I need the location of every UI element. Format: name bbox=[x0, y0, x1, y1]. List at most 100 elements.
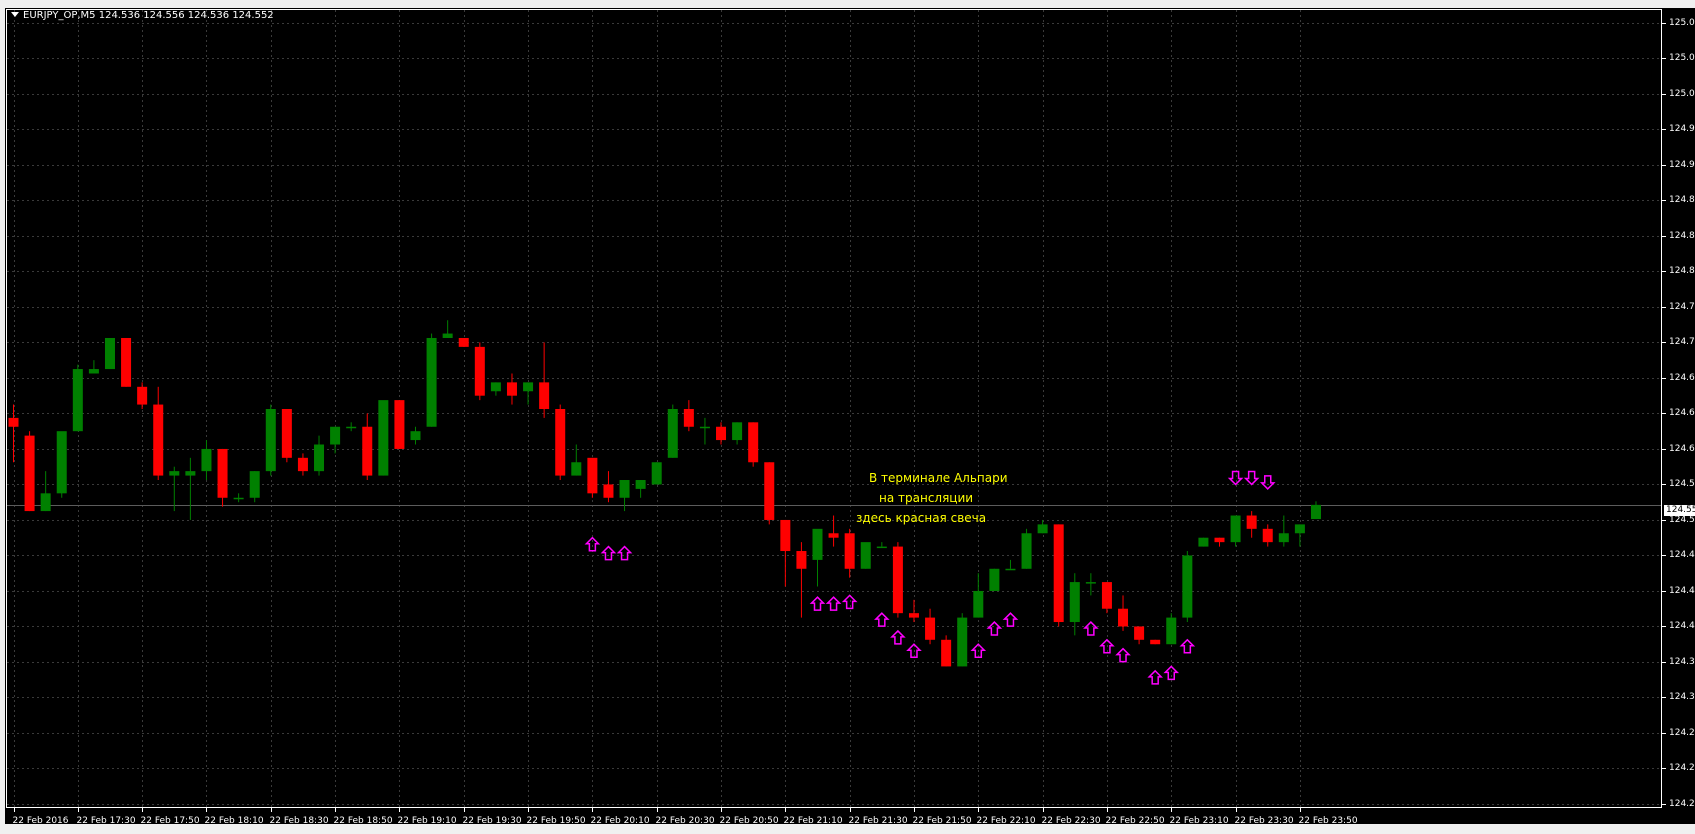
y-axis-label: 124.775 bbox=[1669, 301, 1695, 312]
chart-header: EURJPY_OP,M5 124.536 124.556 124.536 124… bbox=[11, 10, 274, 21]
candle bbox=[989, 568, 1000, 591]
candle bbox=[314, 435, 325, 476]
y-axis-label: 124.895 bbox=[1669, 194, 1695, 205]
buy-arrow-icon bbox=[1115, 647, 1131, 663]
candle bbox=[153, 386, 164, 481]
candle bbox=[716, 422, 727, 445]
candle-body bbox=[587, 457, 598, 494]
candle bbox=[1037, 519, 1048, 534]
y-axis-label: 124.415 bbox=[1669, 620, 1695, 631]
x-axis-label: 22 Feb 2016 bbox=[12, 816, 69, 826]
candle-body bbox=[732, 422, 743, 441]
ohlc-values: 124.536 124.556 124.536 124.552 bbox=[98, 10, 274, 21]
candle bbox=[748, 422, 759, 467]
candle-body bbox=[892, 546, 903, 614]
candle-body bbox=[1118, 608, 1129, 627]
candle-body bbox=[941, 639, 952, 667]
candle-body bbox=[233, 497, 244, 500]
candle-body bbox=[1262, 528, 1273, 543]
buy-arrow-icon bbox=[986, 620, 1003, 636]
y-axis-label: 124.695 bbox=[1669, 372, 1695, 383]
candle-body bbox=[297, 457, 308, 472]
candle-body bbox=[764, 462, 775, 520]
y-axis-label: 124.495 bbox=[1669, 549, 1695, 560]
candle bbox=[72, 364, 83, 432]
dropdown-triangle-icon[interactable] bbox=[11, 12, 19, 17]
y-axis-label: 125.095 bbox=[1669, 17, 1695, 28]
candle bbox=[410, 426, 421, 445]
y-axis-label: 125.055 bbox=[1669, 52, 1695, 63]
candle bbox=[1294, 524, 1305, 547]
y-axis-label: 124.255 bbox=[1669, 762, 1695, 773]
candle bbox=[812, 528, 823, 587]
buy-arrow-icon bbox=[825, 596, 842, 611]
candle-body bbox=[748, 422, 759, 463]
x-axis-label: 22 Feb 17:50 bbox=[140, 816, 200, 826]
buy-arrow-icon bbox=[874, 612, 890, 627]
candle-body bbox=[40, 493, 51, 512]
candle-body bbox=[796, 551, 807, 569]
candle-body bbox=[683, 409, 694, 427]
candle-body bbox=[828, 533, 839, 538]
candles-group bbox=[8, 320, 1321, 667]
candle-body bbox=[699, 426, 710, 429]
candle-body bbox=[378, 400, 389, 476]
candle-body bbox=[1005, 568, 1016, 571]
y-axis-label: 124.295 bbox=[1669, 727, 1695, 738]
candle bbox=[88, 360, 99, 374]
candle-body bbox=[1150, 639, 1161, 645]
candle bbox=[281, 409, 292, 463]
candle bbox=[941, 635, 952, 667]
candle-body bbox=[314, 444, 325, 472]
candle-body bbox=[667, 409, 678, 458]
candle bbox=[394, 400, 405, 449]
candle bbox=[764, 462, 775, 525]
candle-body bbox=[24, 435, 35, 512]
candle bbox=[587, 457, 598, 498]
x-axis-label: 22 Feb 18:50 bbox=[333, 816, 393, 826]
candle bbox=[635, 480, 646, 498]
candle-body bbox=[169, 471, 180, 476]
x-axis-label: 22 Feb 21:10 bbox=[783, 816, 843, 826]
x-axis-label: 22 Feb 23:30 bbox=[1234, 816, 1294, 826]
candle-body bbox=[153, 404, 164, 476]
current-price-box: 124.552 bbox=[1664, 505, 1695, 516]
candle-body bbox=[137, 386, 148, 405]
y-axis-label: 124.215 bbox=[1669, 798, 1695, 809]
y-axis-label: 124.735 bbox=[1669, 336, 1695, 347]
y-axis-label: 124.655 bbox=[1669, 407, 1695, 418]
buy-arrow-icon bbox=[809, 596, 826, 611]
candle bbox=[1230, 515, 1241, 547]
candle bbox=[104, 337, 115, 370]
candle bbox=[892, 542, 903, 618]
candle-body bbox=[844, 533, 855, 569]
sell-arrow-icon bbox=[1227, 470, 1244, 486]
candle bbox=[651, 462, 662, 485]
buy-arrow-icon bbox=[1147, 669, 1163, 685]
candle-body bbox=[442, 333, 453, 338]
x-axis-label: 22 Feb 18:30 bbox=[269, 816, 329, 826]
buy-arrow-icon bbox=[1002, 612, 1019, 627]
y-axis-label: 124.935 bbox=[1669, 159, 1695, 170]
candle bbox=[732, 422, 743, 445]
candle bbox=[169, 466, 180, 512]
candle bbox=[442, 320, 453, 338]
y-axis-label: 124.575 bbox=[1669, 478, 1695, 489]
candle bbox=[908, 599, 919, 623]
chart-window[interactable]: EURJPY_OP,M5 124.536 124.556 124.536 124… bbox=[5, 8, 1695, 826]
candle bbox=[362, 413, 373, 481]
candle-body bbox=[1021, 533, 1032, 569]
candle-body bbox=[1310, 504, 1321, 520]
candle bbox=[876, 542, 887, 549]
candle bbox=[555, 404, 566, 481]
candle bbox=[523, 382, 534, 405]
candle bbox=[925, 608, 936, 645]
candle bbox=[201, 440, 212, 481]
candle-body bbox=[1101, 582, 1112, 609]
x-axis-label: 22 Feb 21:30 bbox=[848, 816, 908, 826]
price-chart[interactable] bbox=[5, 8, 1695, 824]
candle bbox=[217, 448, 228, 507]
candle bbox=[1005, 559, 1016, 571]
candle bbox=[474, 342, 485, 401]
candle bbox=[1262, 524, 1273, 547]
